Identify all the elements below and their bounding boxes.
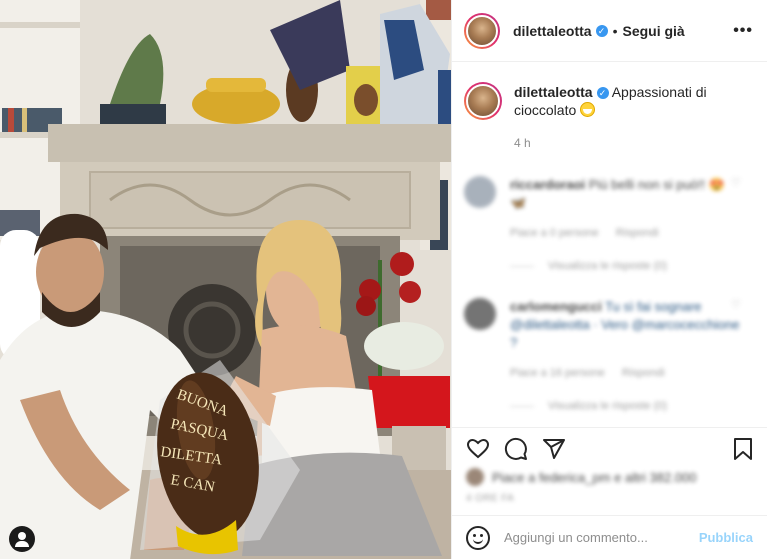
- comment-item: carlomengucci Tu sì fai sognare @diletta…: [464, 298, 753, 382]
- comment-likes[interactable]: Piace a 0 persone: [510, 227, 599, 239]
- post-date: 4 ORE FA: [466, 493, 515, 504]
- comment-input[interactable]: [504, 530, 684, 545]
- person-icon: [18, 532, 26, 540]
- add-comment-bar: Pubblica: [452, 515, 767, 559]
- post-photo[interactable]: BUONA PASQUA DILETTA E CAN: [0, 0, 451, 559]
- post-side-panel: dilettaleotta ✓ • Segui già ••• dilettal…: [451, 0, 767, 559]
- likes-summary[interactable]: Piace a federica_pm e altri 382.000: [452, 461, 767, 486]
- caption-author-avatar[interactable]: [464, 82, 502, 120]
- caption: dilettaleotta ✓ Appassionati di cioccolat…: [464, 82, 753, 120]
- commenter-username[interactable]: carlomengucci: [510, 299, 602, 314]
- commenter-username[interactable]: riccardoraoi: [510, 177, 585, 192]
- comment-item: riccardoraoi Più belli non si può!! 😍🦋 P…: [464, 176, 753, 242]
- author-avatar[interactable]: [464, 12, 500, 49]
- commenter-avatar[interactable]: [464, 298, 496, 330]
- verified-badge-icon: ✓: [596, 87, 609, 100]
- separator-dot: •: [612, 22, 618, 39]
- publish-button[interactable]: Pubblica: [699, 530, 753, 545]
- comment-like-icon[interactable]: ♡: [731, 298, 741, 311]
- post-actions: [452, 427, 767, 461]
- more-options-icon[interactable]: •••: [733, 22, 753, 40]
- comment-bubble-icon[interactable]: [504, 437, 528, 461]
- tagged-users-button[interactable]: [9, 526, 35, 552]
- liker-avatar: [466, 468, 484, 486]
- share-send-icon[interactable]: [542, 437, 566, 461]
- follow-status-button[interactable]: Segui già: [622, 23, 684, 39]
- comment-likes[interactable]: Piace a 16 persone: [510, 367, 605, 379]
- emoji-smiley-icon[interactable]: [466, 525, 490, 550]
- save-bookmark-icon[interactable]: [731, 437, 755, 461]
- caption-time: 4 h: [514, 136, 531, 150]
- comments-section: dilettaleotta ✓ Appassionati di cioccolat…: [452, 62, 767, 427]
- verified-badge-icon: ✓: [595, 24, 608, 37]
- instagram-post-modal: BUONA PASQUA DILETTA E CAN dilettaleotta…: [0, 0, 767, 559]
- reply-link[interactable]: Rispondi: [622, 367, 665, 379]
- photo-illustration: BUONA PASQUA DILETTA E CAN: [0, 0, 451, 559]
- caption-author-username[interactable]: dilettaleotta: [514, 84, 593, 100]
- reply-link[interactable]: Rispondi: [616, 227, 659, 239]
- comment-list: riccardoraoi Più belli non si può!! 😍🦋 P…: [464, 176, 753, 412]
- like-heart-icon[interactable]: [466, 437, 490, 461]
- hatching-chick-icon: [580, 102, 596, 117]
- author-username[interactable]: dilettaleotta: [513, 23, 592, 39]
- comment-like-icon[interactable]: ♡: [731, 176, 741, 189]
- view-replies[interactable]: Visualizza le risposte (0): [510, 400, 753, 412]
- likes-text[interactable]: Piace a federica_pm e altri 382.000: [492, 470, 697, 485]
- view-replies-label[interactable]: Visualizza le risposte (0): [548, 260, 667, 272]
- view-replies[interactable]: Visualizza le risposte (0): [510, 260, 753, 272]
- post-header: dilettaleotta ✓ • Segui già •••: [452, 0, 767, 62]
- commenter-avatar[interactable]: [464, 176, 496, 208]
- view-replies-label[interactable]: Visualizza le risposte (0): [548, 400, 667, 412]
